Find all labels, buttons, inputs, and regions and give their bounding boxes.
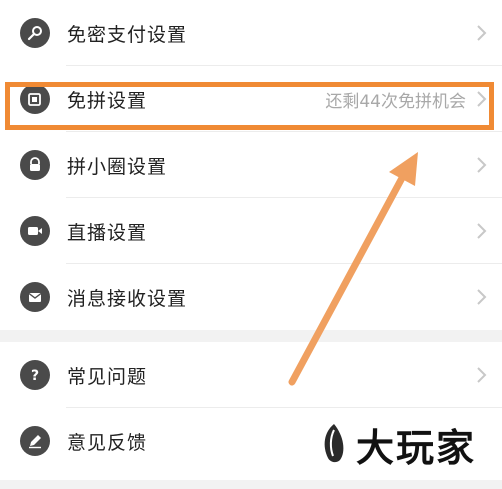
brush-logo-icon [324,424,344,463]
chevron-right-icon [474,287,488,307]
pencil-icon [20,426,50,456]
row-faq[interactable]: ? 常见问题 [0,342,502,408]
lock-icon [20,150,50,180]
video-camera-icon [20,216,50,246]
key-icon [20,18,50,48]
highlight-box [5,82,494,130]
row-label: 直播设置 [67,221,148,244]
row-label: 拼小圈设置 [67,155,168,178]
row-circle-settings[interactable]: 拼小圈设置 [0,132,502,198]
watermark: 大玩家 [318,414,488,474]
chevron-right-icon [474,23,488,43]
question-icon: ? [20,360,50,390]
row-live-settings[interactable]: 直播设置 [0,198,502,264]
chevron-right-icon [474,221,488,241]
row-label: 常见问题 [67,365,148,388]
mail-icon [20,282,50,312]
settings-group-primary: 免密支付设置 免拼设置 还剩44次免拼机会 拼小圈设置 直播设置 消息接收设置 [0,0,502,330]
row-password-free-payment[interactable]: 免密支付设置 [0,0,502,66]
row-label: 意见反馈 [67,431,148,454]
chevron-right-icon [474,155,488,175]
svg-text:?: ? [31,368,39,384]
chevron-right-icon [474,365,488,385]
row-label: 免密支付设置 [67,23,188,46]
watermark-text: 大玩家 [356,424,477,470]
row-label: 消息接收设置 [67,287,188,310]
row-message-settings[interactable]: 消息接收设置 [0,264,502,330]
